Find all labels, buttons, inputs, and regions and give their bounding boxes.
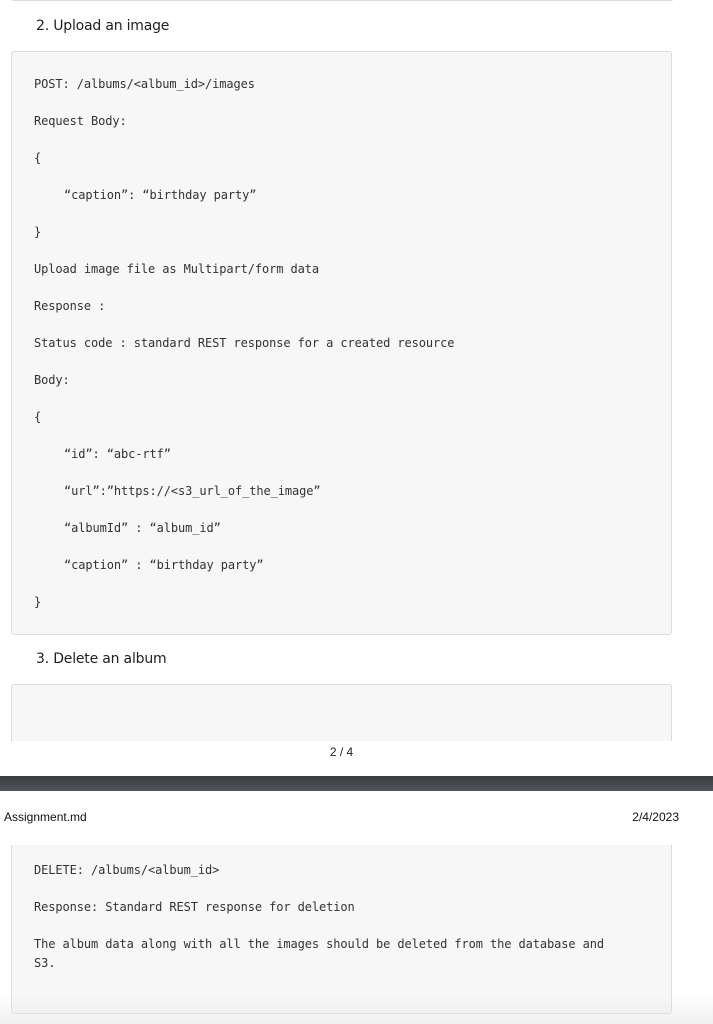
code-line: Response : [34, 299, 106, 313]
page-number: 2 / 4 [329, 745, 354, 759]
code-line: Response: Standard REST response for del… [34, 900, 355, 914]
code-line: { [34, 151, 42, 165]
code-line: Status code : standard REST response for… [34, 336, 455, 350]
code-line: The album data along with all the images… [34, 937, 604, 951]
code-line: “caption”: “birthday party” [64, 188, 257, 202]
code-line: Body: [34, 373, 70, 387]
code-line: “albumId” : “album_id” [64, 521, 221, 535]
section-heading-delete-album: 3. Delete an album [36, 651, 167, 667]
document-header-date: 2/4/2023 [632, 810, 679, 824]
previous-code-block-edge [11, 0, 674, 1]
code-line: S3. [34, 956, 56, 970]
code-block-delete-album-part2: DELETE: /albums/<album_id> Response: Sta… [11, 845, 672, 1014]
code-line-endpoint: POST: /albums/<album_id>/images [34, 77, 255, 91]
code-line: { [34, 410, 42, 424]
document-header-title: Assignment.md [4, 810, 87, 824]
code-line: “url”:”https://<s3_url_of_the_image” [64, 484, 321, 498]
code-line: } [34, 595, 42, 609]
code-line-endpoint: DELETE: /albums/<album_id> [34, 863, 220, 877]
page-separator [0, 776, 713, 791]
code-block-delete-album-part1 [11, 684, 672, 741]
code-line: “caption” : “birthday party” [64, 558, 264, 572]
code-line: } [34, 225, 42, 239]
code-block-upload-image: POST: /albums/<album_id>/images Request … [11, 51, 672, 635]
code-line: Request Body: [34, 114, 127, 128]
section-heading-upload-image: 2. Upload an image [36, 18, 170, 34]
code-line: Upload image file as Multipart/form data [34, 262, 319, 276]
code-line: “id”: “abc-rtf” [64, 447, 171, 461]
